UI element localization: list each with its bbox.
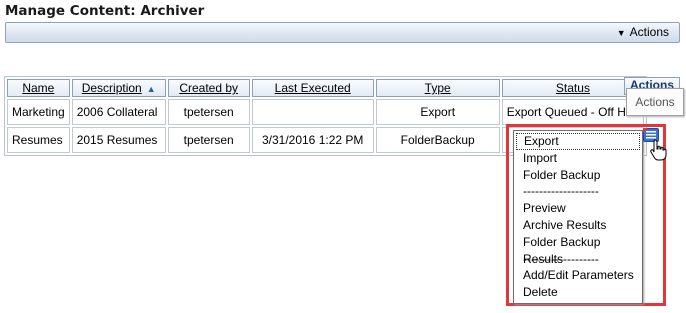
cell-created-by: tpetersen bbox=[167, 99, 250, 125]
menu-item-import[interactable]: Import bbox=[514, 150, 642, 167]
menu-item-preview[interactable]: Preview bbox=[514, 200, 642, 217]
column-header-name-label: Name bbox=[22, 81, 55, 95]
cell-type: Export bbox=[375, 99, 500, 125]
actions-context-menu: Export Import Folder Backup ------------… bbox=[513, 130, 643, 304]
column-header-last-executed[interactable]: Last Executed bbox=[251, 79, 374, 97]
cell-status: Export Queued - Off Hou bbox=[501, 99, 645, 125]
column-header-type-label: Type bbox=[424, 81, 451, 95]
column-header-type[interactable]: Type bbox=[375, 79, 500, 97]
table-row[interactable]: Marketing 2006 Collateral tpetersen Expo… bbox=[7, 99, 645, 125]
cell-description: 2015 Resumes bbox=[71, 127, 166, 153]
menu-item-export[interactable]: Export bbox=[516, 133, 640, 150]
menu-item-folder-backup[interactable]: Folder Backup bbox=[514, 167, 642, 184]
page-title: Manage Content: Archiver bbox=[5, 3, 205, 19]
sort-ascending-icon: ▲ bbox=[146, 84, 156, 94]
cell-last-executed: 3/31/2016 1:22 PM bbox=[251, 127, 374, 153]
column-header-description-label: Description bbox=[81, 81, 142, 95]
menu-separator: ------------------- bbox=[523, 184, 599, 199]
toolbar-actions-button[interactable]: ▼ Actions bbox=[617, 25, 669, 39]
table-header-row: Name Description ▲ Created by Last Execut… bbox=[7, 79, 645, 97]
toolbar-actions-label: Actions bbox=[629, 25, 669, 39]
column-header-description[interactable]: Description ▲ bbox=[71, 79, 166, 97]
column-header-created-by-label: Created by bbox=[179, 81, 239, 95]
column-header-name[interactable]: Name bbox=[7, 79, 70, 97]
cell-name: Resumes bbox=[7, 127, 70, 153]
cell-type: FolderBackup bbox=[375, 127, 500, 153]
actions-tooltip: Actions bbox=[626, 88, 684, 116]
cell-created-by: tpetersen bbox=[167, 127, 250, 153]
hand-pointer-icon bbox=[650, 139, 667, 161]
cell-last-executed bbox=[251, 99, 374, 125]
menu-separator: ------------------- bbox=[523, 251, 599, 266]
chevron-down-icon: ▼ bbox=[616, 28, 626, 38]
menu-item-delete[interactable]: Delete bbox=[514, 284, 642, 301]
menu-item-add-edit-parameters[interactable]: Add/Edit Parameters bbox=[514, 267, 642, 284]
cell-name: Marketing bbox=[7, 99, 70, 125]
column-header-status[interactable]: Status bbox=[501, 79, 645, 97]
column-header-created-by[interactable]: Created by bbox=[167, 79, 250, 97]
actions-toolbar: ▼ Actions bbox=[5, 22, 680, 43]
column-header-status-label: Status bbox=[555, 81, 590, 95]
menu-item-archive-results[interactable]: Archive Results bbox=[514, 217, 642, 234]
cell-description: 2006 Collateral bbox=[71, 99, 166, 125]
column-header-last-executed-label: Last Executed bbox=[274, 81, 351, 95]
menu-item-folder-backup-results[interactable]: Folder Backup Results bbox=[514, 234, 642, 266]
